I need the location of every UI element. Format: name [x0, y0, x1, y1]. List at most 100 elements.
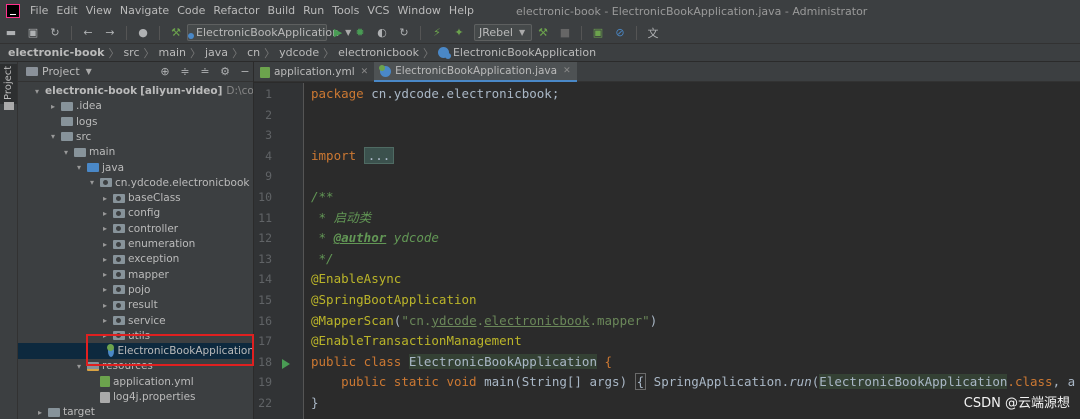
gear-icon[interactable]: ⚙: [217, 65, 233, 78]
tree-item-exception[interactable]: ▸ exception: [18, 251, 253, 267]
close-icon[interactable]: ✕: [563, 66, 571, 76]
code-token: * 启动类: [311, 209, 372, 225]
menu-window[interactable]: Window: [394, 0, 445, 22]
project-panel-header: Project ▼ ⊕ ≑ ≐ ⚙ −: [18, 62, 253, 82]
chevron-right-icon[interactable]: ▸: [100, 224, 110, 233]
chevron-down-icon[interactable]: ▾: [35, 87, 39, 96]
code-token: "cn.: [401, 312, 432, 328]
project-view-title[interactable]: Project: [42, 65, 80, 78]
editor-tab-label: ElectronicBookApplication.java: [395, 65, 558, 77]
tree-item-baseclass[interactable]: ▸ baseClass: [18, 190, 253, 206]
chevron-down-icon[interactable]: ▾: [61, 148, 71, 157]
back-arrow-icon[interactable]: ←: [80, 25, 96, 41]
tree-item-application-yml[interactable]: application.yml: [18, 374, 253, 390]
breadcrumb-item[interactable]: electronicbook: [338, 46, 419, 59]
chevron-right-icon[interactable]: ▸: [35, 408, 45, 417]
menu-help[interactable]: Help: [445, 0, 478, 22]
chevron-right-icon[interactable]: ▸: [100, 194, 110, 203]
run-config-select[interactable]: ElectronicBookApplication ▼: [187, 24, 351, 41]
breadcrumb-item[interactable]: ydcode: [279, 46, 319, 59]
tree-item-enumeration[interactable]: ▸ enumeration: [18, 236, 253, 252]
chevron-down-icon[interactable]: ▾: [48, 132, 58, 141]
stop-icon[interactable]: ■: [557, 25, 573, 41]
translate-icon[interactable]: 文: [645, 25, 661, 41]
breadcrumb-item[interactable]: ElectronicBookApplication: [453, 46, 596, 59]
chevron-right-icon[interactable]: ▸: [100, 301, 110, 310]
terminal-icon[interactable]: ▣: [590, 25, 606, 41]
run-icon[interactable]: ▶: [330, 25, 346, 41]
chevron-right-icon[interactable]: ▸: [100, 209, 110, 218]
menu-vcs[interactable]: VCS: [363, 0, 393, 22]
coverage-icon[interactable]: ◐: [374, 25, 390, 41]
tree-item-java[interactable]: ▾ java: [18, 160, 253, 176]
locate-icon[interactable]: ⊕: [157, 65, 173, 78]
menu-code[interactable]: Code: [173, 0, 209, 22]
breadcrumb-item[interactable]: main: [159, 46, 186, 59]
sync-icon[interactable]: ↻: [47, 25, 63, 41]
tree-item-mapper[interactable]: ▸ mapper: [18, 267, 253, 283]
tree-item-label: controller: [128, 222, 179, 235]
tree-item-cn-ydcode-electronicbook[interactable]: ▾ cn.ydcode.electronicbook: [18, 175, 253, 191]
chevron-right-icon[interactable]: ▸: [48, 102, 58, 111]
tree-item-logs[interactable]: logs: [18, 114, 253, 130]
jrebel-run-icon[interactable]: ⚡: [429, 25, 445, 41]
tree-item-log4j-properties[interactable]: log4j.properties: [18, 389, 253, 405]
menu-navigate[interactable]: Navigate: [116, 0, 173, 22]
chevron-down-icon[interactable]: ▾: [87, 178, 97, 187]
breadcrumb-separator-icon: 〉: [190, 46, 201, 60]
chevron-down-icon[interactable]: ▾: [74, 163, 84, 172]
jrebel-update-icon[interactable]: ⚒: [535, 25, 551, 41]
chevron-right-icon[interactable]: ▸: [100, 240, 110, 249]
breadcrumb-item[interactable]: electronic-book: [8, 46, 104, 59]
project-tool-button[interactable]: Project: [0, 64, 17, 104]
tree-item-controller[interactable]: ▸ controller: [18, 221, 253, 237]
run-gutter-icon[interactable]: [282, 358, 290, 369]
tree-item-target[interactable]: ▸ target: [18, 404, 253, 419]
tree-item-service[interactable]: ▸ service: [18, 313, 253, 329]
chevron-right-icon[interactable]: ▸: [100, 316, 110, 325]
editor-tab[interactable]: ElectronicBookApplication.java ✕: [374, 62, 577, 82]
breadcrumb-separator-icon: 〉: [264, 46, 276, 60]
collapse-all-icon[interactable]: ≐: [197, 65, 213, 78]
build-hammer-icon[interactable]: ⚒: [168, 25, 184, 41]
profile-icon[interactable]: ↻: [396, 25, 412, 41]
tree-item-src[interactable]: ▾ src: [18, 129, 253, 145]
save-icon[interactable]: ▣: [25, 25, 41, 41]
menu-build[interactable]: Build: [264, 0, 300, 22]
tree-item-main[interactable]: ▾ main: [18, 144, 253, 160]
folder-icon: [61, 117, 73, 127]
user-icon[interactable]: ●: [135, 25, 151, 41]
jrebel-select[interactable]: JRebel ▼: [474, 24, 532, 41]
debug-icon[interactable]: ✹: [352, 25, 368, 41]
menu-refactor[interactable]: Refactor: [209, 0, 263, 22]
open-folder-icon[interactable]: ▬: [3, 25, 19, 41]
breadcrumb-item[interactable]: cn: [247, 46, 260, 59]
tree-item-config[interactable]: ▸ config: [18, 205, 253, 221]
jrebel-debug-icon[interactable]: ✦: [451, 25, 467, 41]
chevron-down-icon[interactable]: ▼: [86, 67, 92, 76]
menu-run[interactable]: Run: [299, 0, 328, 22]
breadcrumb-separator-icon: 〉: [422, 46, 434, 60]
hide-icon[interactable]: −: [237, 65, 253, 78]
close-icon[interactable]: ✕: [361, 67, 369, 77]
chevron-right-icon[interactable]: ▸: [100, 255, 110, 264]
no-entry-icon[interactable]: ⊘: [612, 25, 628, 41]
breadcrumb-item[interactable]: java: [205, 46, 228, 59]
chevron-right-icon[interactable]: ▸: [100, 270, 110, 279]
menu-edit[interactable]: Edit: [52, 0, 81, 22]
tree-item-electronic-book[interactable]: ▾ electronic-book[aliyun-video]D:\codes\e…: [18, 83, 253, 99]
editor-tab[interactable]: application.yml ✕: [254, 62, 374, 82]
menu-view[interactable]: View: [82, 0, 116, 22]
chevron-down-icon[interactable]: ▾: [74, 362, 84, 371]
menu-tools[interactable]: Tools: [328, 0, 363, 22]
tree-item-result[interactable]: ▸ result: [18, 297, 253, 313]
tree-item-pojo[interactable]: ▸ pojo: [18, 282, 253, 298]
chevron-right-icon[interactable]: ▸: [100, 285, 110, 294]
tree-item--idea[interactable]: ▸ .idea: [18, 98, 253, 114]
forward-arrow-icon[interactable]: →: [102, 25, 118, 41]
menu-file[interactable]: File: [26, 0, 52, 22]
package-icon: [113, 239, 125, 249]
code-editor[interactable]: package cn.ydcode.electronicbook; import …: [305, 83, 1080, 419]
expand-all-icon[interactable]: ≑: [177, 65, 193, 78]
breadcrumb-item[interactable]: src: [123, 46, 139, 59]
